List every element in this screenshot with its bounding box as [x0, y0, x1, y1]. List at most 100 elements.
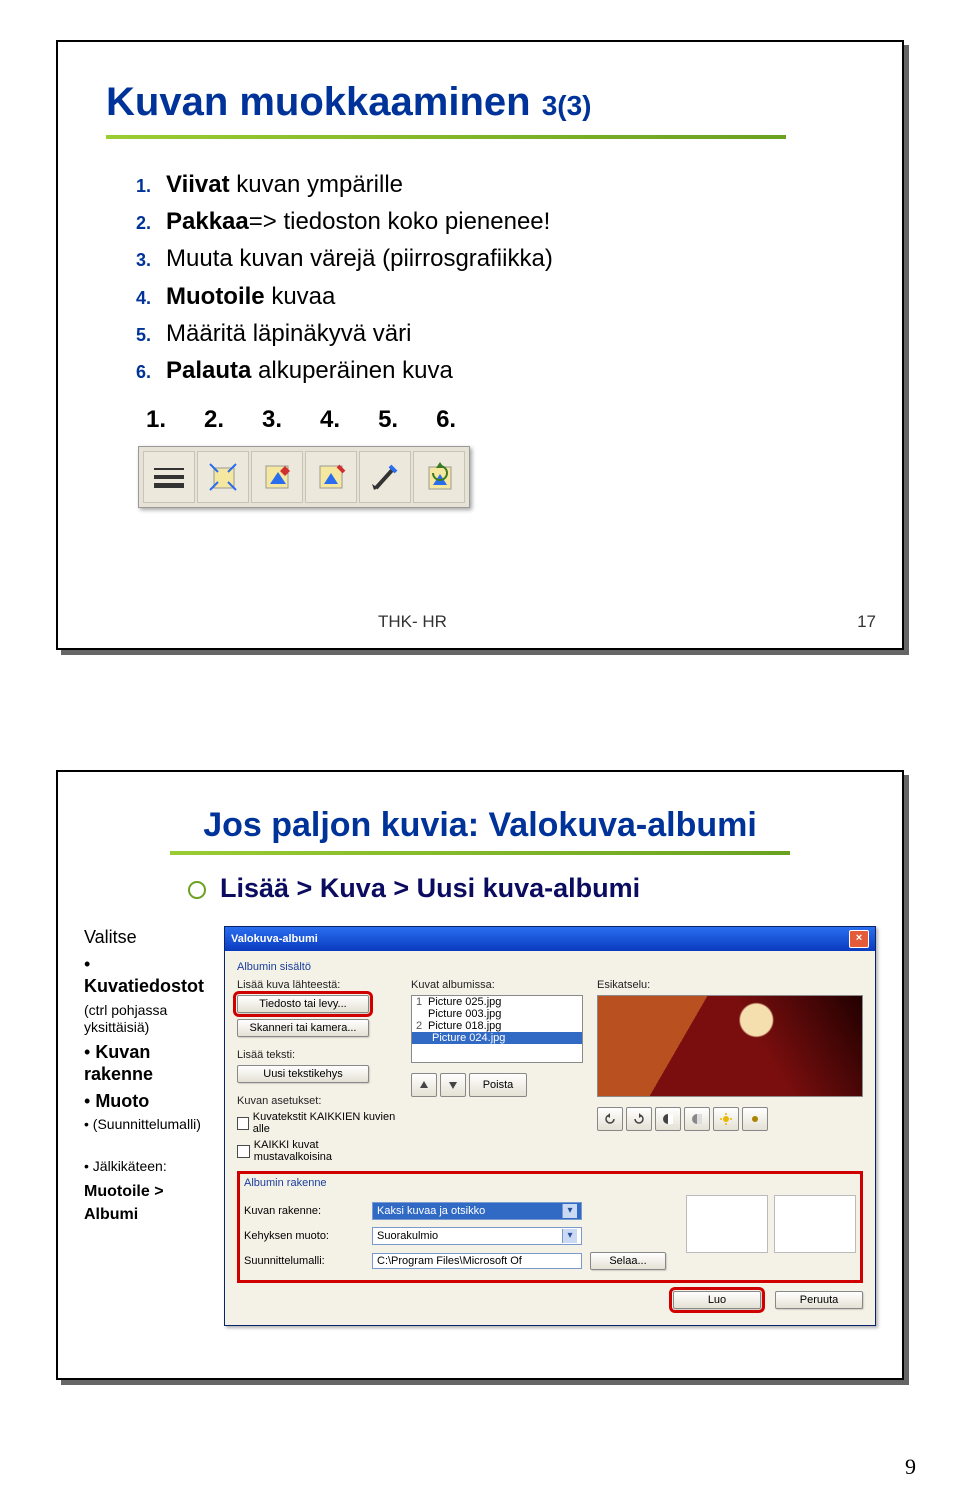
dialog-title: Valokuva-albumi: [231, 933, 318, 945]
checkbox-captions[interactable]: Kuvatekstit KAIKKIEN kuvien alle: [237, 1111, 397, 1135]
line-style-button[interactable]: [143, 451, 195, 503]
slide-card-1: Kuvan muokkaaminen 3(3) Viivat kuvan ymp…: [56, 40, 904, 650]
browse-button[interactable]: Selaa...: [590, 1252, 666, 1270]
slide1-title: Kuvan muokkaaminen 3(3): [106, 80, 858, 125]
step-5-rest: Määritä läpinäkyvä väri: [166, 320, 411, 347]
cancel-button[interactable]: Peruuta: [775, 1291, 863, 1309]
rotate-right-icon: [633, 1113, 645, 1125]
contrast-down-button[interactable]: [684, 1107, 710, 1131]
group-album-content: Albumin sisältö: [237, 961, 863, 973]
label-valitse: Valitse: [84, 926, 212, 949]
label-kuvatiedostot: • Kuvatiedostot: [84, 953, 212, 998]
num-4: 4.: [320, 406, 340, 434]
album-structure-highlight: Albumin rakenne Kuvan rakenne: Kaksi kuv…: [237, 1171, 863, 1283]
arrow-up-icon: [419, 1080, 429, 1090]
suunnittelu-text: (Suunnittelumalli): [93, 1116, 201, 1132]
layout-thumbnails: [686, 1195, 856, 1277]
close-icon[interactable]: ×: [849, 930, 869, 948]
list-item[interactable]: 2Picture 018.jpg: [412, 1020, 582, 1032]
kuvatiedostot-bold: Kuvatiedostot: [84, 976, 204, 996]
preview-pane: [597, 995, 863, 1097]
label-settings: Kuvan asetukset:: [237, 1095, 397, 1107]
title-main: Kuvan muokkaaminen: [106, 80, 542, 124]
list-item[interactable]: Picture 003.jpg: [412, 1008, 582, 1020]
chevron-down-icon: ▾: [562, 1229, 577, 1243]
template-input[interactable]: C:\Program Files\Microsoft Of: [372, 1253, 582, 1269]
instruction-column: Valitse • Kuvatiedostot (ctrl pohjassa y…: [84, 926, 212, 1326]
reset-button[interactable]: [413, 451, 465, 503]
layout-select[interactable]: Kaksi kuvaa ja otsikko ▾: [372, 1202, 582, 1220]
recolor-button[interactable]: [251, 451, 303, 503]
num-1: 1.: [146, 406, 166, 434]
step-4-rest: kuvaa: [265, 283, 336, 310]
reset-icon: [422, 460, 456, 494]
num-5: 5.: [378, 406, 398, 434]
steps-list: Viivat kuvan ympärille Pakkaa=> tiedosto…: [136, 169, 858, 386]
move-up-button[interactable]: [411, 1073, 437, 1097]
new-textbox-button[interactable]: Uusi tekstikehys: [237, 1065, 369, 1083]
label-in-album: Kuvat albumissa:: [411, 979, 583, 991]
label-jalki: • Jälkikäteen:: [84, 1158, 212, 1176]
rakenne-bold: rakenne: [84, 1064, 153, 1084]
move-down-button[interactable]: [440, 1073, 466, 1097]
preview-photo: [598, 996, 862, 1096]
muoto-bold: Muoto: [95, 1091, 149, 1111]
brightness-down-button[interactable]: [742, 1107, 768, 1131]
label-kuvan-rakenne: • Kuvanrakenne: [84, 1041, 212, 1086]
lines-icon: [152, 465, 186, 489]
slide2-title: Jos paljon kuvia: Valokuva-albumi: [78, 806, 882, 845]
slide1-footer: THK- HR 17: [58, 612, 876, 632]
list-item-selected[interactable]: Picture 024.jpg: [412, 1032, 582, 1044]
photo-album-dialog: Valokuva-albumi × Albumin sisältö Lisää …: [224, 926, 876, 1326]
frame-select-value: Suorakulmio: [377, 1230, 438, 1242]
rotate-left-icon: [604, 1113, 616, 1125]
label-suunnittelu: • (Suunnittelumalli): [84, 1116, 212, 1134]
slide2-subtitle: Lisää > Kuva > Uusi kuva-albumi: [188, 873, 882, 904]
transparent-color-button[interactable]: [359, 451, 411, 503]
layout-select-value: Kaksi kuvaa ja otsikko: [377, 1205, 485, 1217]
step-2: Pakkaa=> tiedoston koko pienenee!: [136, 206, 858, 237]
step-4-bold: Muotoile: [166, 283, 265, 310]
create-button[interactable]: Luo: [673, 1291, 761, 1309]
chevron-down-icon: ▾: [562, 1204, 577, 1218]
list-item[interactable]: 1Picture 025.jpg: [412, 996, 582, 1008]
group-album-structure: Albumin rakenne: [244, 1177, 856, 1189]
step-5: Määritä läpinäkyvä väri: [136, 318, 858, 349]
rotate-left-button[interactable]: [597, 1107, 623, 1131]
title-small: 3(3): [542, 90, 592, 121]
step-2-rest: => tiedoston koko pienenee!: [249, 208, 551, 235]
slide-card-2: Jos paljon kuvia: Valokuva-albumi Lisää …: [56, 770, 904, 1380]
list-item-label: Picture 025.jpg: [428, 996, 501, 1008]
number-row: 1. 2. 3. 4. 5. 6.: [146, 406, 858, 434]
album-listbox[interactable]: 1Picture 025.jpg Picture 003.jpg 2Pictur…: [411, 995, 583, 1063]
layout-thumb: [774, 1195, 856, 1253]
num-3: 3.: [262, 406, 282, 434]
label-add-text: Lisää teksti:: [237, 1049, 397, 1061]
checkbox-bw[interactable]: KAIKKI kuvat mustavalkoisina: [237, 1139, 397, 1163]
page-number: 9: [905, 1454, 916, 1480]
format-button[interactable]: [305, 451, 357, 503]
label-ctrl-note: (ctrl pohjassa yksittäisiä): [84, 1002, 212, 1037]
chk1-label: Kuvatekstit KAIKKIEN kuvien alle: [253, 1111, 397, 1135]
wand-icon: [368, 460, 402, 494]
frame-select[interactable]: Suorakulmio ▾: [372, 1227, 582, 1245]
file-or-disk-button[interactable]: Tiedosto tai levy...: [237, 995, 369, 1013]
checkbox-icon: [237, 1145, 250, 1158]
layout-thumb: [686, 1195, 768, 1253]
dialog-titlebar[interactable]: Valokuva-albumi ×: [225, 927, 875, 951]
list-item-label: Picture 018.jpg: [428, 1020, 501, 1032]
scanner-button[interactable]: Skanneri tai kamera...: [237, 1019, 369, 1037]
step-1: Viivat kuvan ympärille: [136, 169, 858, 200]
compress-button[interactable]: [197, 451, 249, 503]
recolor-icon: [260, 460, 294, 494]
rotate-right-button[interactable]: [626, 1107, 652, 1131]
footer-right: 17: [857, 612, 876, 632]
jalki-text: Jälkikäteen:: [93, 1158, 167, 1174]
brightness-up-button[interactable]: [713, 1107, 739, 1131]
contrast-up-button[interactable]: [655, 1107, 681, 1131]
list-item-label: Picture 024.jpg: [432, 1032, 505, 1044]
remove-button[interactable]: Poista: [469, 1073, 527, 1097]
step-1-rest: kuvan ympärille: [230, 171, 403, 198]
format-icon: [314, 460, 348, 494]
label-frame: Kehyksen muoto:: [244, 1230, 364, 1242]
